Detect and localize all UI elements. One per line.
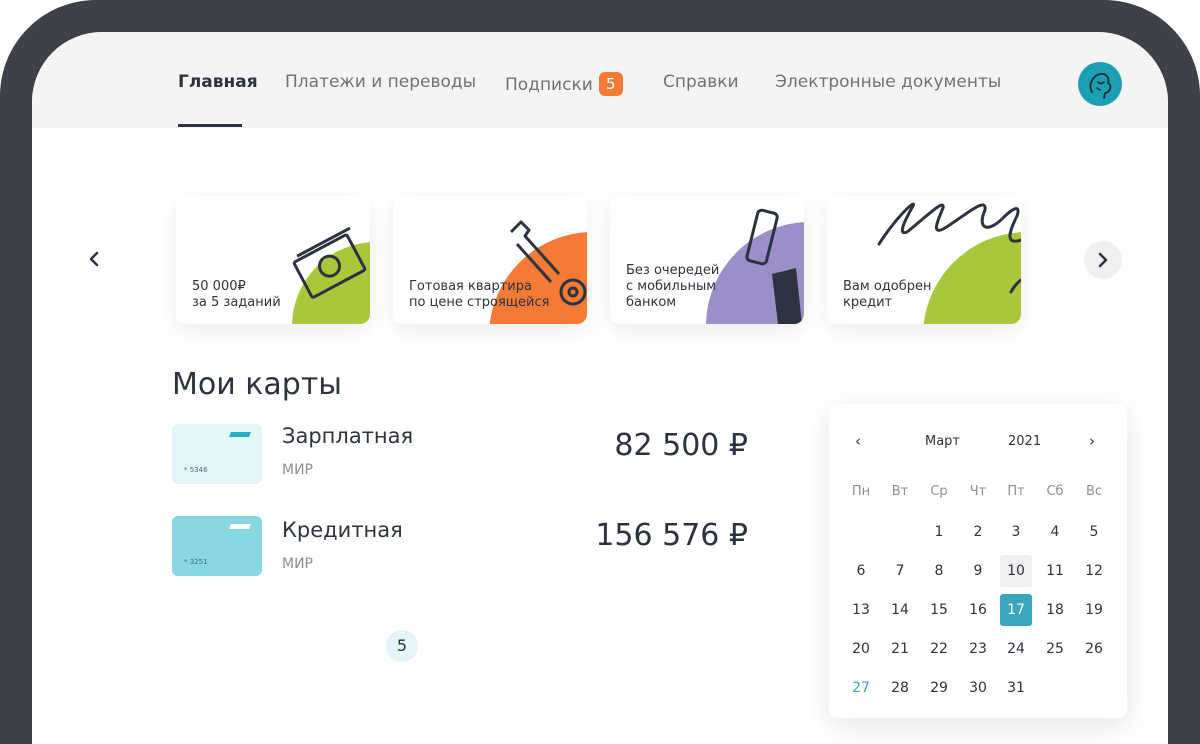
chevron-left-icon xyxy=(89,251,99,267)
promo-banner-apartment[interactable]: Готовая квартира по цене строящейся xyxy=(393,196,587,324)
card-thumbnail[interactable]: * 3251 xyxy=(172,516,262,576)
card-stripe xyxy=(229,524,251,529)
calendar-year[interactable]: 2021 xyxy=(1008,434,1041,449)
tab-electronic-documents[interactable]: Электронные документы xyxy=(775,72,1001,92)
banner-text: Готовая квартира по цене строящейся xyxy=(409,279,550,310)
calendar-day[interactable]: 12 xyxy=(1078,555,1110,587)
calendar-day[interactable]: 2 xyxy=(962,516,994,548)
calendar-day[interactable]: 8 xyxy=(923,555,955,587)
app-screen: Главная Платежи и переводы Подписки 5 Спр… xyxy=(32,32,1168,744)
calendar-day[interactable]: 16 xyxy=(962,594,994,626)
tab-subscriptions[interactable]: Подписки 5 xyxy=(505,72,623,96)
calendar-weekday: Вт xyxy=(891,484,909,499)
calendar-day[interactable]: 20 xyxy=(845,633,877,665)
card-thumbnail[interactable]: * 5346 xyxy=(172,424,262,484)
calendar-weekday: Вс xyxy=(1085,484,1103,499)
avatar[interactable] xyxy=(1078,62,1122,106)
calendar-day[interactable]: 6 xyxy=(845,555,877,587)
page-indicator[interactable]: 5 xyxy=(386,630,418,662)
calendar-weekday: Чт xyxy=(969,484,987,499)
subscriptions-badge: 5 xyxy=(598,72,623,96)
card-name: Зарплатная xyxy=(282,424,414,448)
calendar-day[interactable]: 14 xyxy=(884,594,916,626)
banner-text: 50 000₽ за 5 заданий xyxy=(192,279,281,310)
calendar-day[interactable]: 5 xyxy=(1078,516,1110,548)
card-payment-system: МИР xyxy=(282,462,313,478)
calendar-day[interactable]: 29 xyxy=(923,672,955,704)
calendar-day[interactable]: 21 xyxy=(884,633,916,665)
calendar-day[interactable]: 22 xyxy=(923,633,955,665)
calendar-day[interactable]: 31 xyxy=(1000,672,1032,704)
tab-certificates[interactable]: Справки xyxy=(663,72,739,92)
card-stripe xyxy=(229,432,251,437)
banner-text: Вам одобрен кредит xyxy=(843,279,932,310)
calendar-weekday: Пн xyxy=(851,484,871,499)
calendar-next-month-button[interactable]: › xyxy=(1089,432,1095,450)
card-balance: 82 500 ₽ xyxy=(614,428,748,463)
calendar-day[interactable]: 17 xyxy=(1000,594,1032,626)
carousel-prev-button[interactable] xyxy=(82,247,106,271)
calendar-month[interactable]: Март xyxy=(925,434,960,449)
promo-banner-mobile-bank[interactable]: Без очередей с мобильным банком xyxy=(610,196,804,324)
calendar-weekday: Пт xyxy=(1007,484,1025,499)
carousel-next-button[interactable] xyxy=(1084,241,1122,279)
tab-main[interactable]: Главная xyxy=(178,72,258,92)
tab-subscriptions-label: Подписки xyxy=(505,75,593,95)
calendar-day[interactable]: 30 xyxy=(962,672,994,704)
calendar-day[interactable]: 13 xyxy=(845,594,877,626)
banner-text: Без очередей с мобильным банком xyxy=(626,263,720,310)
calendar-widget: ‹ Март 2021 › Пн Вт Ср Чт Пт Сб Вс 1 2 3 4 5 6 7 8 9 10… xyxy=(829,404,1127,718)
device-frame: Главная Платежи и переводы Подписки 5 Спр… xyxy=(0,0,1200,744)
calendar-day[interactable]: 15 xyxy=(923,594,955,626)
active-tab-indicator xyxy=(178,124,242,127)
calendar-day[interactable]: 24 xyxy=(1000,633,1032,665)
calendar-day[interactable]: 19 xyxy=(1078,594,1110,626)
calendar-day[interactable]: 26 xyxy=(1078,633,1110,665)
calendar-weekday: Сб xyxy=(1046,484,1064,499)
card-payment-system: МИР xyxy=(282,556,313,572)
promo-banner-bonus[interactable]: 50 000₽ за 5 заданий xyxy=(176,196,370,324)
calendar-weekday: Ср xyxy=(930,484,948,499)
card-name: Кредитная xyxy=(282,518,403,542)
promo-banner-credit[interactable]: Вам одобрен кредит xyxy=(827,196,1021,324)
top-navigation: Главная Платежи и переводы Подписки 5 Спр… xyxy=(32,32,1168,128)
section-title: Мои карты xyxy=(172,367,342,402)
calendar-day[interactable]: 18 xyxy=(1039,594,1071,626)
calendar-day[interactable]: 7 xyxy=(884,555,916,587)
card-balance: 156 576 ₽ xyxy=(595,518,748,553)
calendar-day[interactable]: 23 xyxy=(962,633,994,665)
calendar-day[interactable]: 3 xyxy=(1000,516,1032,548)
calendar-day[interactable]: 11 xyxy=(1039,555,1071,587)
calendar-day[interactable]: 10 xyxy=(1000,555,1032,587)
chevron-right-icon xyxy=(1098,252,1108,268)
calendar-day[interactable]: 27 xyxy=(845,672,877,704)
card-number: * 3251 xyxy=(184,558,208,566)
calendar-day[interactable]: 9 xyxy=(962,555,994,587)
user-profile-icon xyxy=(1089,72,1112,99)
calendar-day[interactable]: 4 xyxy=(1039,516,1071,548)
calendar-day[interactable]: 25 xyxy=(1039,633,1071,665)
card-number: * 5346 xyxy=(184,466,208,474)
calendar-day[interactable]: 1 xyxy=(923,516,955,548)
calendar-prev-month-button[interactable]: ‹ xyxy=(855,432,861,450)
calendar-day[interactable]: 28 xyxy=(884,672,916,704)
tab-payments[interactable]: Платежи и переводы xyxy=(285,72,476,92)
